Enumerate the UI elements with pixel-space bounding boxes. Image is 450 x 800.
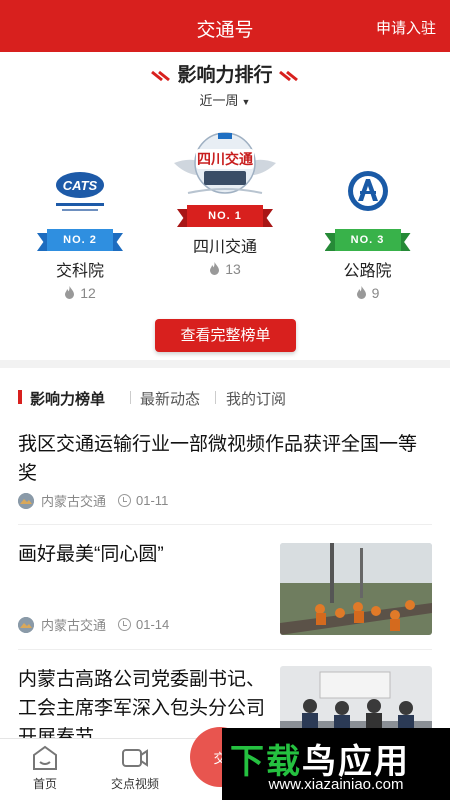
article-meta: 内蒙古交通 01-14 <box>18 615 169 634</box>
article-meta: 内蒙古交通 01-11 <box>18 491 168 510</box>
ranking-entry-1[interactable]: 四川交通 NO. 1 四川交通 13 <box>160 127 290 277</box>
article-date: 01-14 <box>136 617 170 632</box>
watermark-overlay: 下载鸟应用 www.xiazainiao.com <box>222 728 450 800</box>
watermark-url: www.xiazainiao.com <box>268 776 404 793</box>
article-title: 画好最美“同心圆” <box>18 544 164 565</box>
entry-name-3: 公路院 <box>343 263 392 280</box>
tab-influence-list[interactable]: 影响力榜单 <box>30 388 105 409</box>
entry-score-2: 12 <box>20 285 140 301</box>
cats-logo-text: CATS <box>63 178 98 193</box>
article-title: 我区交通运输行业一部微视频作品获评全国一等奖 <box>18 434 418 484</box>
left-slash-decoration <box>151 70 171 82</box>
fire-icon <box>210 262 220 275</box>
entry-name-1: 四川交通 <box>192 239 257 256</box>
nav-video-label: 交点视频 <box>110 777 159 791</box>
active-tab-indicator <box>18 390 22 404</box>
tab-separator <box>130 391 131 404</box>
right-slash-decoration <box>278 70 298 82</box>
source-avatar <box>18 616 34 633</box>
rank-label-2: NO. 2 <box>63 234 97 246</box>
entry-name-2: 交科院 <box>55 263 104 280</box>
article-item[interactable]: 画好最美“同心圆” 内蒙古交通 01-14 <box>0 535 450 650</box>
video-icon <box>122 749 148 767</box>
source-avatar <box>18 492 34 509</box>
fire-icon <box>356 286 366 299</box>
caret-down-icon: ▼ <box>241 97 251 107</box>
fire-icon <box>65 286 75 299</box>
tab-latest-news[interactable]: 最新动态 <box>140 388 200 409</box>
entry-score-1: 13 <box>160 261 290 277</box>
apply-join-button[interactable]: 申请入驻 <box>376 17 436 38</box>
rank-ribbon-2: NO. 2 <box>37 229 123 251</box>
section-divider <box>0 360 450 368</box>
divider <box>18 524 432 525</box>
nav-video[interactable]: 交点视频 <box>100 745 170 792</box>
rioh-logo <box>347 171 388 211</box>
tab-my-subscriptions[interactable]: 我的订阅 <box>226 388 286 409</box>
article-source: 内蒙古交通 <box>41 618 107 633</box>
article-date: 01-11 <box>136 493 169 508</box>
influence-ranking-section: 影响力排行 近一周 ▼ 四川交通 NO. 1 四川交通 13 CATS NO. … <box>0 52 450 360</box>
rank-ribbon-1: NO. 1 <box>177 205 273 227</box>
cats-logo: CATS <box>56 172 104 211</box>
view-full-ranking-button[interactable]: 查看完整榜单 <box>155 319 296 352</box>
entry-score-3: 9 <box>305 285 430 301</box>
divider <box>18 649 432 650</box>
sichuan-traffic-logo: 四川交通 <box>174 132 276 194</box>
sichuan-logo-text: 四川交通 <box>197 151 253 168</box>
nav-home[interactable]: 首页 <box>10 745 80 792</box>
ranking-title: 影响力排行 <box>0 60 450 87</box>
top-header: 交通号 申请入驻 <box>0 0 450 52</box>
period-label: 近一周 <box>199 93 239 108</box>
article-thumbnail <box>280 543 432 635</box>
rank-label-3: NO. 3 <box>350 234 385 246</box>
ranking-entry-2[interactable]: CATS NO. 2 交科院 12 <box>20 167 140 301</box>
clock-icon <box>118 494 132 507</box>
article-source: 内蒙古交通 <box>41 494 107 509</box>
nav-home-label: 首页 <box>32 777 57 791</box>
rank-ribbon-3: NO. 3 <box>324 229 411 251</box>
article-item[interactable]: 我区交通运输行业一部微视频作品获评全国一等奖 内蒙古交通 01-11 <box>0 425 450 525</box>
content-tabs: 影响力榜单 最新动态 我的订阅 <box>0 380 450 414</box>
clock-icon <box>118 618 132 631</box>
tab-separator <box>215 391 216 404</box>
ranking-entry-3[interactable]: NO. 3 公路院 9 <box>305 167 430 301</box>
home-icon <box>33 745 57 770</box>
rank-label-1: NO. 1 <box>208 210 242 222</box>
ranking-title-text: 影响力排行 <box>177 65 273 86</box>
period-dropdown[interactable]: 近一周 ▼ <box>0 90 450 109</box>
